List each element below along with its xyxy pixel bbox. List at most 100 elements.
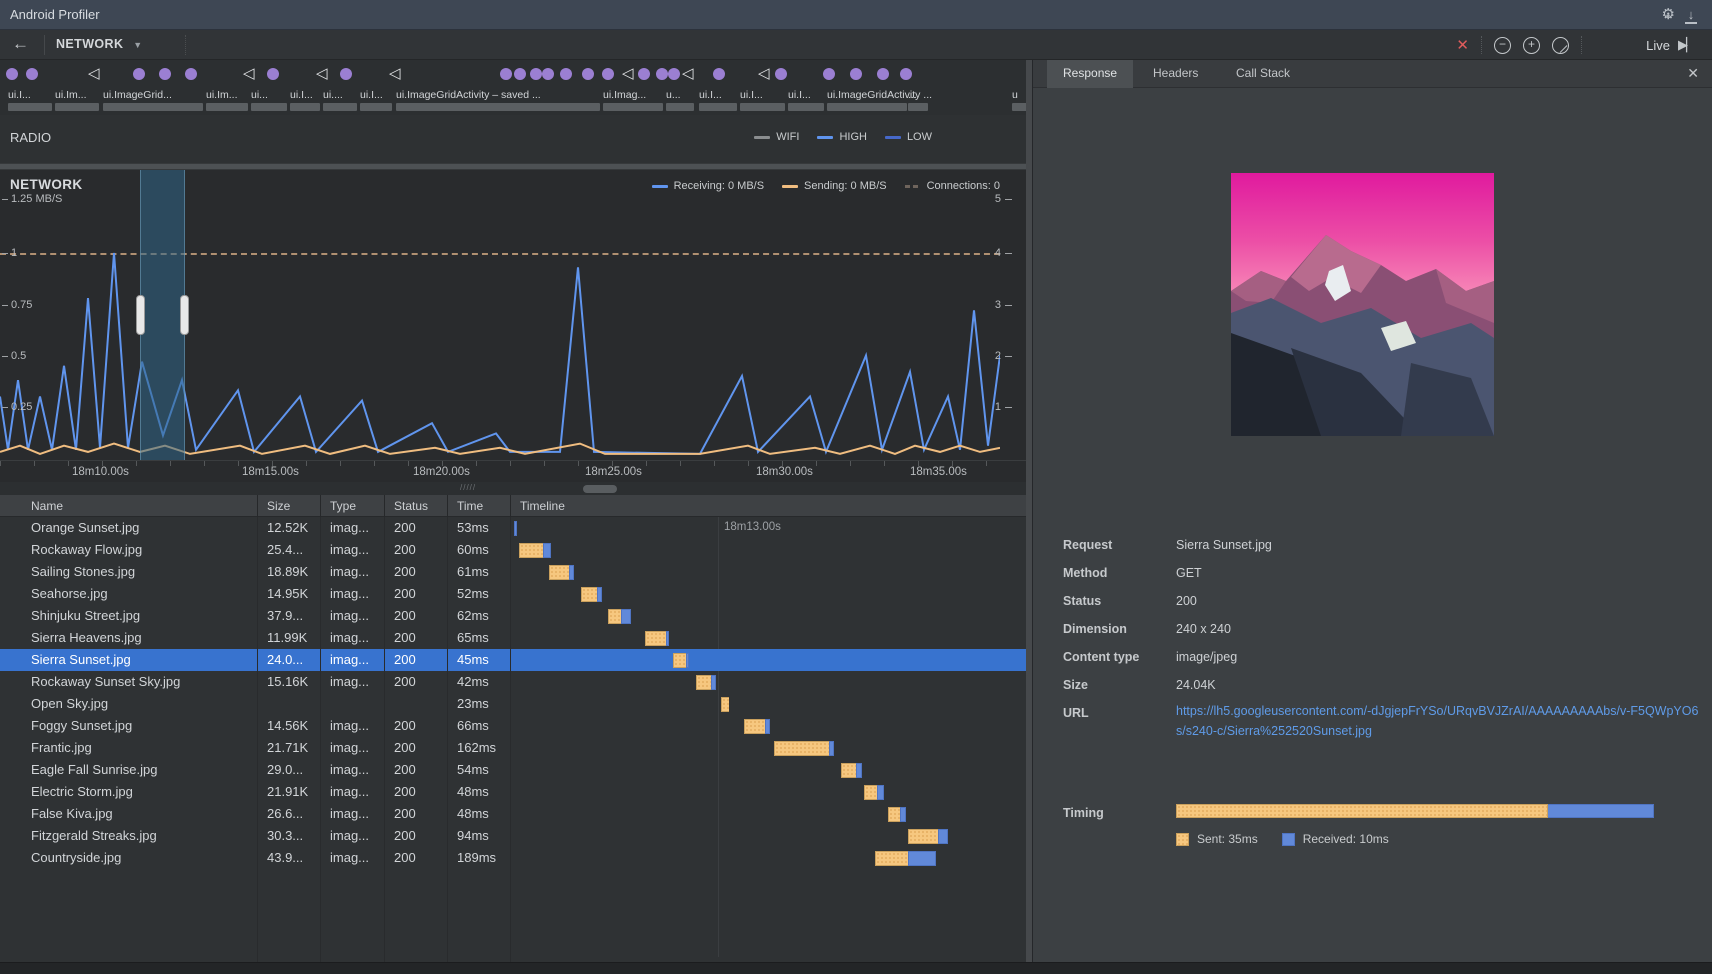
- timeline-bar: [888, 807, 906, 822]
- download-icon[interactable]: ↓: [1684, 7, 1698, 22]
- time-axis-label: 18m10.00s: [72, 466, 129, 478]
- table-row[interactable]: Sierra Heavens.jpg11.99Kimag...20065ms: [0, 627, 1032, 649]
- back-button[interactable]: ←: [12, 34, 29, 54]
- table-row[interactable]: Orange Sunset.jpg12.52Kimag...20053ms: [0, 517, 1032, 539]
- cell: 25.4...: [267, 542, 317, 557]
- splitter-grip-icon[interactable]: /////: [460, 483, 476, 492]
- activity-event-dot-icon: [877, 68, 889, 80]
- pane-splitter[interactable]: [1026, 60, 1032, 962]
- table-row[interactable]: Fitzgerald Streaks.jpg30.3...imag...2009…: [0, 825, 1032, 847]
- cell: 53ms: [457, 520, 507, 535]
- column-header-name[interactable]: Name: [31, 499, 63, 513]
- back-event-icon: ◁: [622, 64, 634, 82]
- cell: 37.9...: [267, 608, 317, 623]
- column-header-status[interactable]: Status: [394, 499, 428, 513]
- selection-handle-left[interactable]: [136, 295, 145, 335]
- cell: Open Sky.jpg: [31, 696, 251, 711]
- reset-zoom-button[interactable]: [1552, 37, 1569, 54]
- field-label: Method: [1063, 566, 1107, 580]
- cell: 62ms: [457, 608, 507, 623]
- table-row[interactable]: Sailing Stones.jpg18.89Kimag...20061ms: [0, 561, 1032, 583]
- y-tick-left: 1.25 MB/S: [2, 193, 62, 205]
- settings-button[interactable]: ⚙▾: [1662, 5, 1670, 23]
- activity-events-row[interactable]: ◁◁◁◁◁◁◁: [0, 60, 1032, 88]
- timeline-bar-sent: [841, 763, 856, 778]
- table-body: 18m13.00s Orange Sunset.jpg12.52Kimag...…: [0, 517, 1032, 974]
- table-row[interactable]: Shinjuku Street.jpg37.9...imag...20062ms: [0, 605, 1032, 627]
- stage-dropdown[interactable]: NETWORK ▼: [56, 37, 143, 51]
- timeline-bar: [673, 653, 689, 668]
- zoom-in-button[interactable]: +: [1523, 37, 1540, 54]
- end-session-button[interactable]: ✕: [1456, 36, 1469, 54]
- timeline-bar-received: [666, 631, 669, 646]
- table-row[interactable]: Open Sky.jpg23ms: [0, 693, 1032, 715]
- activity-label: ui....: [323, 89, 343, 101]
- titlebar: Android Profiler ⚙▾ ↓: [0, 0, 1712, 30]
- cell: Frantic.jpg: [31, 740, 251, 755]
- selection-handle-right[interactable]: [180, 295, 189, 335]
- activity-lifetime-bar: [290, 103, 320, 111]
- go-live-icon[interactable]: ▶▏: [1678, 37, 1694, 53]
- close-icon[interactable]: ✕: [1687, 65, 1699, 82]
- column-divider[interactable]: [447, 495, 448, 517]
- legend-swatch: [885, 136, 901, 139]
- column-divider: [384, 517, 385, 974]
- tab-response[interactable]: Response: [1047, 60, 1133, 88]
- timeline-bar: [721, 697, 729, 712]
- column-divider[interactable]: [510, 495, 511, 517]
- column-divider[interactable]: [320, 495, 321, 517]
- table-row[interactable]: Rockaway Sunset Sky.jpg15.16Kimag...2004…: [0, 671, 1032, 693]
- activity-lifetime-bar: [699, 103, 737, 111]
- horizontal-scrollbar[interactable]: [583, 485, 617, 493]
- status-strip: [0, 962, 1712, 974]
- legend-item: HIGH: [817, 131, 867, 143]
- table-row[interactable]: False Kiva.jpg26.6...imag...20048ms: [0, 803, 1032, 825]
- table-row[interactable]: Electric Storm.jpg21.91Kimag...20048ms: [0, 781, 1032, 803]
- table-row[interactable]: Countryside.jpg43.9...imag...200189ms: [0, 847, 1032, 869]
- cell: 26.6...: [267, 806, 317, 821]
- profiler-toolbar: ← NETWORK ▼ ✕ − + Live ▶▏: [0, 30, 1712, 60]
- table-row[interactable]: Eagle Fall Sunrise.jpg29.0...imag...2005…: [0, 759, 1032, 781]
- table-header: Name Size Type Status Time Timeline: [0, 495, 1032, 517]
- timeline-bar-sent: [549, 565, 569, 580]
- column-header-type[interactable]: Type: [330, 499, 356, 513]
- cell: imag...: [330, 762, 380, 777]
- activity-label: u: [1012, 89, 1018, 101]
- activity-lifetime-bar: [206, 103, 248, 111]
- activity-lifecycle-row: ui.I...ui.Im...ui.ImageGrid...ui.Im...ui…: [0, 88, 1032, 115]
- table-row[interactable]: Foggy Sunset.jpg14.56Kimag...20066ms: [0, 715, 1032, 737]
- timeline-bar-received: [938, 829, 948, 844]
- column-header-time[interactable]: Time: [457, 499, 483, 513]
- column-header-size[interactable]: Size: [267, 499, 290, 513]
- table-row[interactable]: Seahorse.jpg14.95Kimag...20052ms: [0, 583, 1032, 605]
- window-title: Android Profiler: [10, 7, 100, 22]
- cell: 21.71K: [267, 740, 317, 755]
- activity-event-dot-icon: [560, 68, 572, 80]
- table-row[interactable]: Rockaway Flow.jpg25.4...imag...20060ms: [0, 539, 1032, 561]
- cell: Orange Sunset.jpg: [31, 520, 251, 535]
- zoom-out-button[interactable]: −: [1494, 37, 1511, 54]
- tab-headers[interactable]: Headers: [1137, 60, 1214, 88]
- url-link[interactable]: https://lh5.googleusercontent.com/-dJgje…: [1176, 701, 1701, 741]
- activity-label: ui.I...: [290, 89, 313, 101]
- timeline-bar-sent: [744, 719, 765, 734]
- table-row[interactable]: Frantic.jpg21.71Kimag...200162ms: [0, 737, 1032, 759]
- activity-label: ui.Im...: [55, 89, 87, 101]
- tab-call-stack[interactable]: Call Stack: [1220, 60, 1306, 88]
- stage-dropdown-label: NETWORK: [56, 37, 123, 51]
- column-divider[interactable]: [384, 495, 385, 517]
- range-selection[interactable]: [140, 170, 185, 460]
- timeline-bar: [744, 719, 770, 734]
- cell: 21.91K: [267, 784, 317, 799]
- field-label: Content type: [1063, 650, 1139, 664]
- field-label: Status: [1063, 594, 1101, 608]
- column-header-timeline[interactable]: Timeline: [520, 499, 565, 513]
- column-divider[interactable]: [257, 495, 258, 517]
- back-event-icon: ◁: [682, 64, 694, 82]
- table-row[interactable]: Sierra Sunset.jpg24.0...imag...20045ms: [0, 649, 1032, 671]
- activity-event-dot-icon: [6, 68, 18, 80]
- network-chart[interactable]: NETWORK Receiving: 0 MB/SSending: 0 MB/S…: [0, 170, 1032, 460]
- y-tick-right: 3: [994, 299, 1012, 311]
- activity-event-dot-icon: [900, 68, 912, 80]
- activity-label: ui.ImageGridActivity – saved ...: [396, 89, 541, 101]
